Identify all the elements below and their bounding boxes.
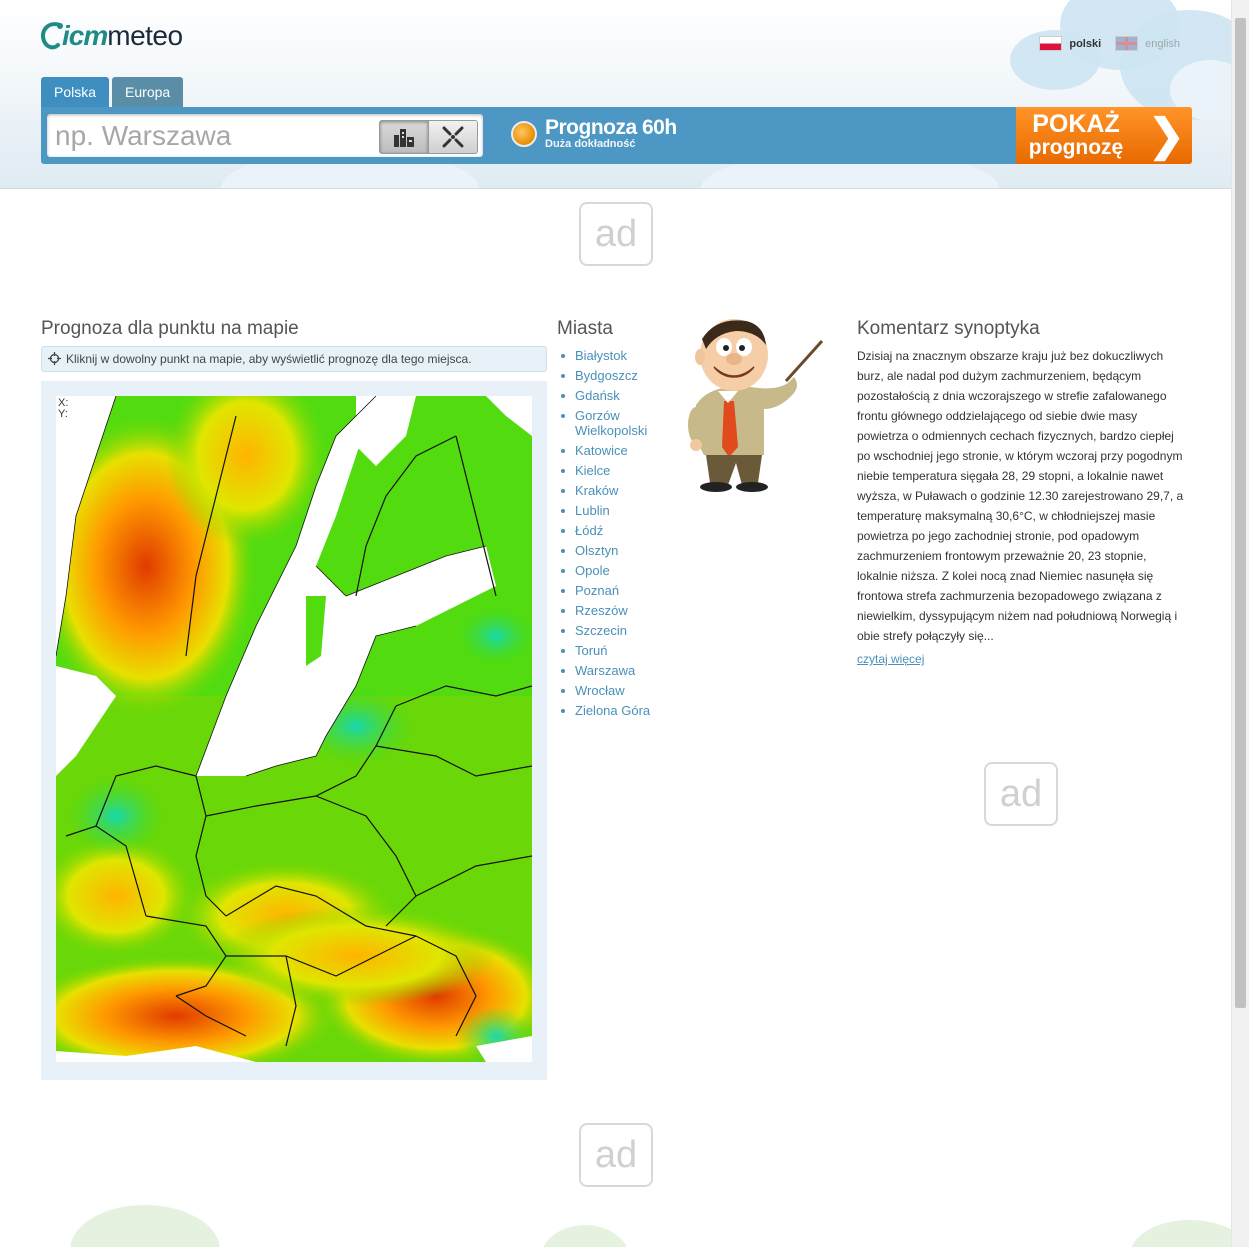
city-link[interactable]: Opole — [561, 563, 685, 578]
city-link[interactable]: Wrocław — [561, 683, 685, 698]
ad-placeholder-right[interactable]: ad — [984, 762, 1058, 826]
logo-text-icm: icm — [62, 20, 108, 51]
map-hint-box: Kliknij w dowolny punkt na mapie, aby wy… — [41, 346, 547, 372]
city-link[interactable]: Białystok — [561, 348, 685, 363]
ad-placeholder-top[interactable]: ad — [579, 202, 653, 266]
city-link[interactable]: Lublin — [561, 503, 685, 518]
city-link[interactable]: Gorzów Wielkopolski — [561, 408, 685, 438]
city-link[interactable]: Olsztyn — [561, 543, 685, 558]
forecast-model-selector[interactable]: Prognoza 60h Duża dokładność — [511, 116, 677, 150]
language-polski[interactable]: polski — [1039, 36, 1101, 51]
city-link[interactable]: Zielona Góra — [561, 703, 685, 718]
uk-flag-icon — [1115, 36, 1139, 51]
region-tabs: Polska Europa — [41, 77, 184, 107]
tab-polska[interactable]: Polska — [41, 77, 110, 107]
poland-flag-icon — [1039, 36, 1063, 51]
site-logo[interactable]: icm meteo — [40, 14, 183, 58]
commentary-text: Dzisiaj na znacznym obszarze kraju już b… — [857, 349, 1184, 643]
language-label: polski — [1069, 37, 1102, 50]
city-link[interactable]: Łódź — [561, 523, 685, 538]
city-link[interactable]: Poznań — [561, 583, 685, 598]
city-link[interactable]: Toruń — [561, 643, 685, 658]
forecast-map[interactable] — [56, 396, 532, 1062]
show-forecast-line2: prognozę — [1028, 135, 1124, 159]
model-subtitle: Duża dokładność — [545, 138, 636, 150]
map-point-mode-button[interactable] — [428, 120, 478, 154]
cities-list: Białystok Bydgoszcz Gdańsk Gorzów Wielko… — [561, 348, 685, 723]
map-section-title: Prognoza dla punktu na mapie — [41, 318, 299, 339]
map-point-crosshair-icon — [442, 126, 464, 148]
city-buildings-icon — [394, 129, 414, 147]
chevron-right-icon: ❯ — [1148, 111, 1185, 160]
cities-title: Miasta — [557, 318, 613, 339]
model-indicator-icon — [511, 121, 537, 147]
search-box — [47, 114, 483, 157]
city-link[interactable]: Gdańsk — [561, 388, 685, 403]
city-mode-button[interactable] — [379, 120, 429, 154]
language-label: english — [1145, 37, 1180, 50]
coord-y-label: Y: — [58, 408, 68, 420]
city-link[interactable]: Katowice — [561, 443, 685, 458]
show-forecast-line1: POKAŻ — [1032, 109, 1120, 138]
page-scrollbar[interactable] — [1231, 0, 1249, 1247]
tab-europa[interactable]: Europa — [112, 77, 184, 107]
page-header: icm meteo polski english Polska Europa n… — [0, 0, 1232, 189]
map-frame — [41, 381, 547, 1080]
tree-decoration — [70, 1205, 220, 1247]
ad-placeholder-bottom[interactable]: ad — [579, 1123, 653, 1187]
language-switcher: polski english — [1039, 36, 1180, 51]
read-more-link[interactable]: czytaj więcej — [857, 652, 924, 666]
show-forecast-label: POKAŻ prognozę — [1016, 109, 1136, 160]
language-english[interactable]: english — [1115, 36, 1180, 51]
tree-decoration — [540, 1225, 630, 1247]
europe-terrain-map — [56, 396, 532, 1062]
city-link[interactable]: Kraków — [561, 483, 685, 498]
city-link[interactable]: Warszawa — [561, 663, 685, 678]
city-link[interactable]: Bydgoszcz — [561, 368, 685, 383]
search-bar: Prognoza 60h Duża dokładność POKAŻ progn… — [41, 107, 1192, 164]
footer-decoration — [0, 1195, 1232, 1247]
city-link[interactable]: Kielce — [561, 463, 685, 478]
logo-text-meteo: meteo — [107, 20, 183, 51]
city-link[interactable]: Szczecin — [561, 623, 685, 638]
show-forecast-button[interactable]: POKAŻ prognozę ❯ — [1016, 107, 1192, 164]
search-input[interactable] — [53, 119, 377, 153]
city-link[interactable]: Rzeszów — [561, 603, 685, 618]
scrollbar-thumb[interactable] — [1235, 18, 1246, 1008]
commentary-title: Komentarz synoptyka — [857, 318, 1040, 339]
tree-decoration — [1130, 1220, 1232, 1247]
weatherman-illustration — [688, 319, 824, 492]
crosshair-icon — [48, 352, 61, 365]
map-hint-text: Kliknij w dowolny punkt na mapie, aby wy… — [66, 352, 472, 366]
model-title: Prognoza 60h — [545, 116, 677, 139]
